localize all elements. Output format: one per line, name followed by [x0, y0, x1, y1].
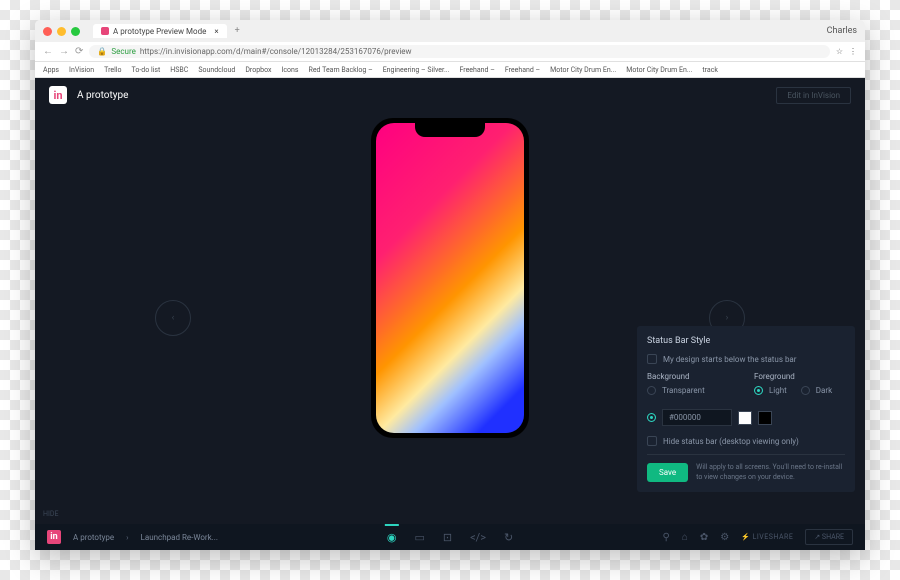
apply-note: Will apply to all screens. You'll need t…: [696, 463, 845, 481]
bookmarks-bar: Apps InVision Trello To-do list HSBC Soundclo…: [35, 62, 865, 78]
address-bar-row: ← → ⟳ 🔒 Secure https://in.invisionapp.co…: [35, 42, 865, 62]
close-tab-icon[interactable]: ×: [214, 27, 218, 36]
url-text: https://in.invisionapp.com/d/main#/conso…: [140, 47, 412, 56]
window-chrome: A prototype Preview Mode× + Charles: [35, 20, 865, 42]
device-screen: [376, 123, 524, 433]
light-label: Light: [769, 386, 787, 395]
bookmark-item[interactable]: InVision: [69, 66, 94, 74]
dark-radio[interactable]: [801, 386, 810, 395]
maximize-icon[interactable]: [71, 27, 80, 36]
history-mode-icon[interactable]: ↻: [504, 531, 513, 544]
hide-button[interactable]: HIDE: [43, 510, 58, 518]
foreground-label: Foreground: [754, 372, 845, 381]
reload-icon[interactable]: ⟳: [75, 46, 83, 57]
hide-status-label: Hide status bar (desktop viewing only): [663, 437, 799, 446]
back-icon[interactable]: ←: [43, 46, 53, 57]
bookmark-item[interactable]: Motor City Drum En...: [626, 66, 692, 74]
preview-canvas: ‹ › Status Bar Style My design starts be…: [35, 112, 865, 524]
dark-label: Dark: [816, 386, 832, 395]
color-radio[interactable]: [647, 413, 656, 422]
save-button[interactable]: Save: [647, 463, 688, 482]
comment-mode-icon[interactable]: ⊡: [443, 531, 452, 544]
swatch-black[interactable]: [758, 411, 772, 425]
bookmark-item[interactable]: Motor City Drum En...: [550, 66, 616, 74]
bookmark-item[interactable]: HSBC: [170, 66, 188, 74]
swatch-white[interactable]: [738, 411, 752, 425]
browser-window: A prototype Preview Mode× + Charles ← → …: [35, 20, 865, 550]
background-label: Background: [647, 372, 738, 381]
bookmark-item[interactable]: To-do list: [132, 66, 161, 74]
liveshare-button[interactable]: ⚡ LIVESHARE: [741, 533, 793, 541]
invision-app: in A prototype Edit in InVision ‹ › Stat…: [35, 78, 865, 550]
bookmark-item[interactable]: Red Team Backlog –: [309, 66, 373, 74]
lock-icon: 🔒: [97, 47, 107, 56]
crumb-screen[interactable]: Launchpad Re-Work...: [141, 533, 218, 542]
new-tab-button[interactable]: +: [229, 24, 246, 38]
minimize-icon[interactable]: [57, 27, 66, 36]
inspect-mode-icon[interactable]: </>: [470, 531, 486, 544]
bookmark-item[interactable]: Engineering – Silver...: [383, 66, 450, 74]
gear-icon[interactable]: ⚙: [720, 532, 729, 543]
crumb-project[interactable]: A prototype: [73, 533, 114, 542]
build-mode-icon[interactable]: ▭: [414, 531, 424, 544]
status-bar-panel: Status Bar Style My design starts below …: [637, 326, 855, 492]
favicon-icon: [101, 27, 109, 35]
address-bar[interactable]: 🔒 Secure https://in.invisionapp.com/d/ma…: [89, 45, 829, 58]
bookmark-item[interactable]: Soundcloud: [198, 66, 235, 74]
mode-tools: ◉ ▭ ⊡ </> ↻: [387, 531, 513, 544]
hide-status-checkbox[interactable]: [647, 436, 657, 446]
bookmark-item[interactable]: track: [702, 66, 718, 74]
bookmark-item[interactable]: Icons: [281, 66, 298, 74]
light-radio[interactable]: [754, 386, 763, 395]
forward-icon[interactable]: →: [59, 46, 69, 57]
transparent-radio[interactable]: [647, 386, 656, 395]
bookmark-item[interactable]: Dropbox: [245, 66, 271, 74]
starts-below-checkbox[interactable]: [647, 354, 657, 364]
share-button[interactable]: ↗ SHARE: [805, 529, 853, 545]
starts-below-label: My design starts below the status bar: [663, 355, 797, 364]
bottom-toolbar: in A prototype › Launchpad Re-Work... ◉ …: [35, 524, 865, 550]
star-icon[interactable]: ☆: [836, 47, 843, 56]
notch: [415, 123, 485, 137]
menu-icon[interactable]: ⋮: [849, 47, 857, 56]
invision-home-icon[interactable]: in: [47, 530, 61, 544]
share-link-icon[interactable]: ⚲: [662, 532, 669, 543]
device-frame: [371, 118, 529, 438]
bookmark-item[interactable]: Trello: [104, 66, 121, 74]
prev-screen-button[interactable]: ‹: [155, 300, 191, 336]
browser-tab[interactable]: A prototype Preview Mode×: [93, 24, 227, 38]
home-icon[interactable]: ⌂: [682, 532, 688, 543]
profile-name[interactable]: Charles: [827, 26, 857, 36]
secure-label: Secure: [111, 47, 135, 56]
bookmark-item[interactable]: Freehand –: [505, 66, 540, 74]
close-icon[interactable]: [43, 27, 52, 36]
transparent-label: Transparent: [662, 386, 705, 395]
color-input[interactable]: [662, 409, 732, 426]
settings-icon[interactable]: ✿: [700, 532, 708, 543]
panel-title: Status Bar Style: [647, 336, 845, 346]
project-title: A prototype: [77, 90, 128, 101]
bookmark-item[interactable]: Apps: [43, 66, 59, 74]
edit-button[interactable]: Edit in InVision: [776, 87, 851, 104]
invision-logo-icon[interactable]: in: [49, 86, 67, 104]
bookmark-item[interactable]: Freehand –: [460, 66, 495, 74]
app-header: in A prototype Edit in InVision: [35, 78, 865, 112]
preview-mode-icon[interactable]: ◉: [387, 531, 397, 544]
